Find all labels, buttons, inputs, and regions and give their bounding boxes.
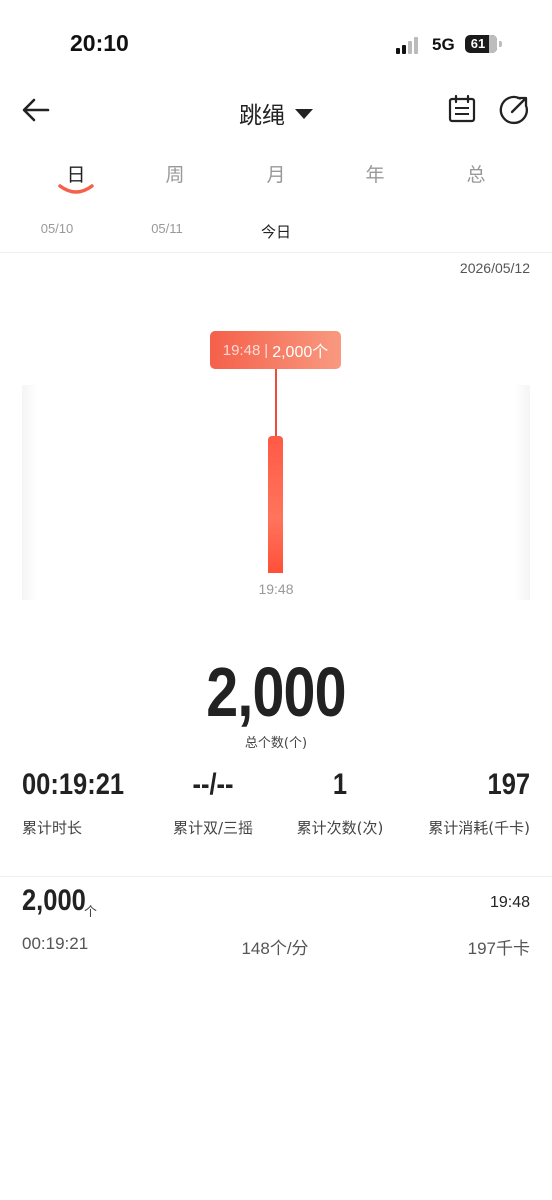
record-time: 19:48 bbox=[489, 894, 530, 911]
stat-duration-label: 累计时长 bbox=[22, 819, 83, 837]
status-time: 20:10 bbox=[70, 30, 129, 56]
share-icon[interactable] bbox=[498, 94, 530, 126]
tab-week[interactable]: 周 bbox=[145, 160, 205, 187]
signal-icon bbox=[396, 36, 424, 54]
date-tab-0511[interactable]: 05/11 bbox=[132, 221, 202, 236]
stat-double-triple-label: 累计双/三摇 bbox=[172, 819, 254, 837]
date-tab-today[interactable]: 今日 bbox=[241, 221, 311, 242]
stat-duration-value: 00:19:21 bbox=[22, 768, 125, 801]
battery-level: 61 bbox=[470, 36, 486, 51]
stat-sessions-label: 累计次数(次) bbox=[296, 819, 384, 837]
network-type: 5G bbox=[432, 35, 455, 54]
divider bbox=[0, 876, 552, 877]
caret-down-icon bbox=[295, 109, 313, 119]
chart-bar[interactable] bbox=[268, 436, 283, 573]
x-tick-label: 19:48 bbox=[258, 581, 294, 597]
tab-year[interactable]: 年 bbox=[345, 160, 405, 187]
record-count[interactable]: 2,000 bbox=[22, 884, 86, 918]
record-calories: 197千卡 bbox=[467, 939, 530, 958]
divider bbox=[0, 252, 552, 253]
tooltip-time: 19:48 bbox=[222, 341, 261, 359]
record-unit: 个 bbox=[84, 905, 98, 920]
record-duration: 00:19:21 bbox=[22, 934, 89, 953]
battery-icon: 61 bbox=[465, 35, 497, 53]
total-count-label: 总个数(个) bbox=[244, 736, 308, 751]
selected-date: 2026/05/12 bbox=[459, 260, 530, 276]
calendar-icon[interactable] bbox=[447, 94, 477, 124]
stat-double-triple-value: --/-- bbox=[192, 768, 234, 801]
date-tab-0510[interactable]: 05/10 bbox=[22, 221, 92, 236]
active-tab-indicator bbox=[57, 181, 95, 195]
tab-total[interactable]: 总 bbox=[446, 160, 506, 187]
stat-calories-label: 累计消耗(千卡) bbox=[428, 819, 530, 837]
tab-month[interactable]: 月 bbox=[246, 160, 306, 187]
chart-tooltip: 19:48 | 2,000个 bbox=[210, 331, 341, 369]
tooltip-line bbox=[275, 369, 277, 437]
stat-sessions-value: 1 bbox=[332, 768, 348, 801]
tooltip-value: 2,000个 bbox=[272, 344, 329, 361]
total-count: 2,000 bbox=[206, 653, 346, 731]
record-pace: 148个/分 bbox=[241, 939, 309, 958]
stat-calories-value: 197 bbox=[487, 768, 530, 801]
page-title: 跳绳 bbox=[239, 103, 285, 129]
tooltip-separator: | bbox=[264, 341, 269, 359]
battery-tip bbox=[499, 41, 502, 47]
